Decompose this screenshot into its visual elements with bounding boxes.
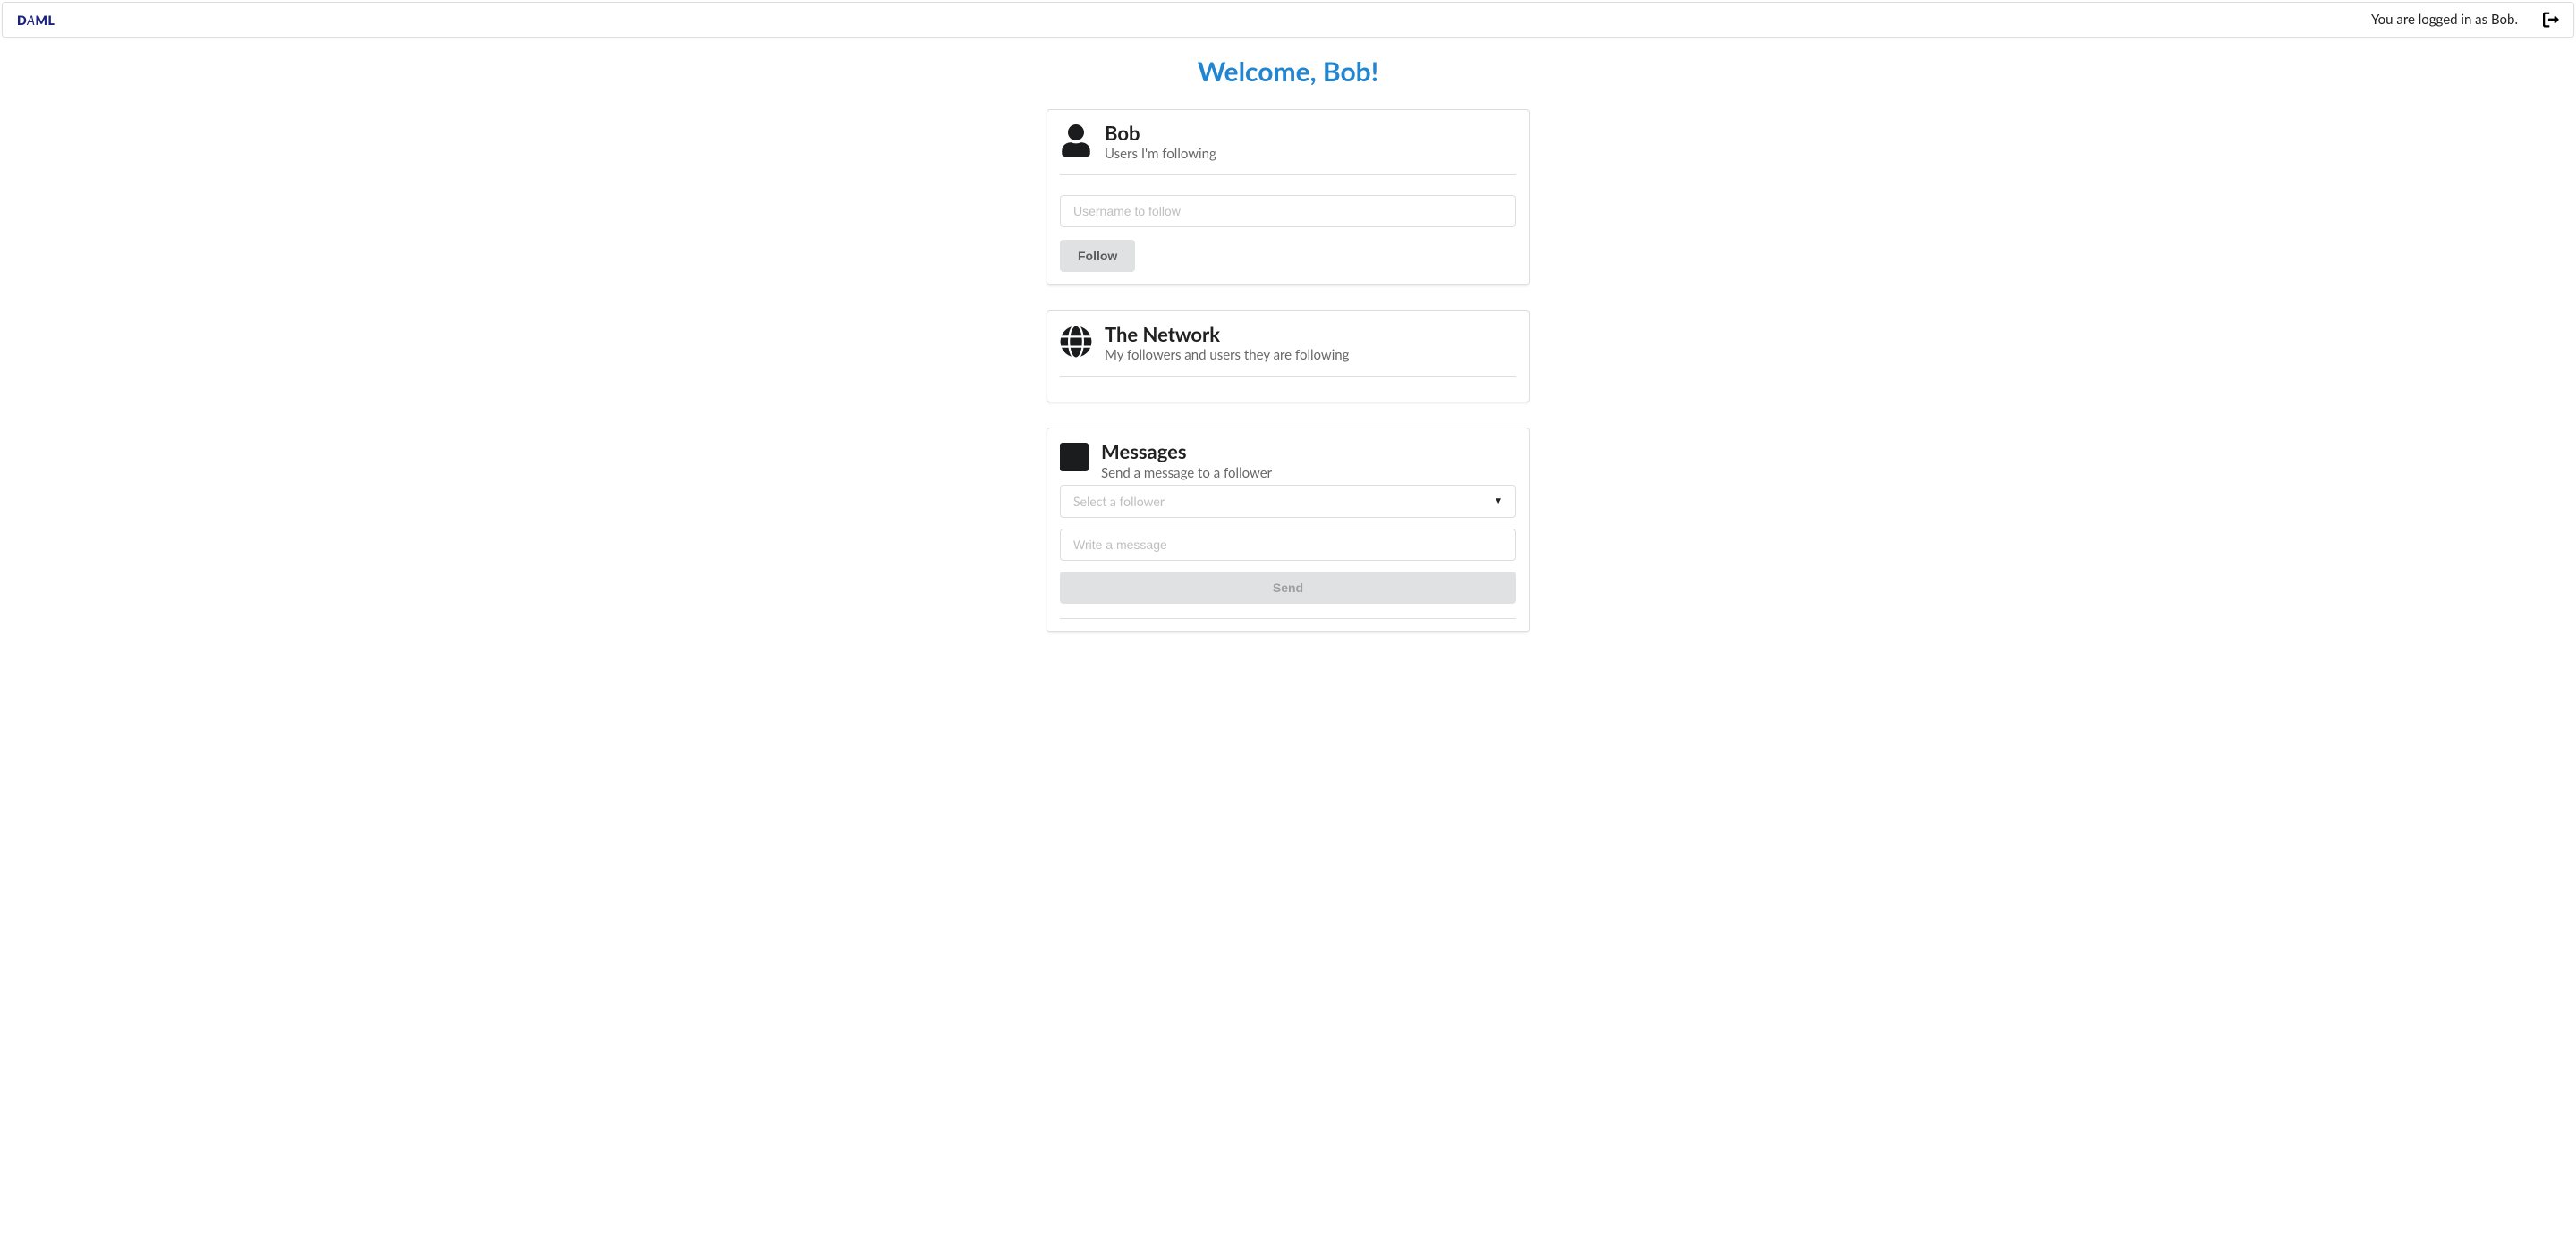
messages-header: Messages Send a message to a follower xyxy=(1060,441,1516,480)
profile-subtitle: Users I'm following xyxy=(1105,146,1216,162)
network-card: The Network My followers and users they … xyxy=(1046,310,1530,402)
follow-username-input[interactable] xyxy=(1060,195,1516,227)
messages-subtitle: Send a message to a follower xyxy=(1101,465,1272,481)
profile-card: Bob Users I'm following Follow xyxy=(1046,109,1530,285)
follower-select[interactable]: Select a follower ▼ xyxy=(1060,485,1516,518)
profile-name: Bob xyxy=(1105,123,1216,144)
divider xyxy=(1060,618,1516,619)
divider xyxy=(1060,174,1516,175)
app-logo: DAML xyxy=(17,13,55,28)
chevron-down-icon: ▼ xyxy=(1494,495,1503,506)
send-button[interactable]: Send xyxy=(1060,572,1516,604)
topbar-right: You are logged in as Bob. xyxy=(2371,12,2559,28)
login-status: You are logged in as Bob. xyxy=(2371,12,2518,28)
messages-title: Messages xyxy=(1101,441,1272,462)
follower-select-placeholder: Select a follower xyxy=(1073,494,1165,509)
user-icon xyxy=(1060,124,1092,159)
profile-header: Bob Users I'm following xyxy=(1060,123,1516,162)
logout-icon[interactable] xyxy=(2543,12,2559,28)
globe-icon xyxy=(1060,326,1092,360)
network-header: The Network My followers and users they … xyxy=(1060,324,1516,363)
welcome-heading: Welcome, Bob! xyxy=(841,55,1735,88)
pencil-square-icon xyxy=(1060,443,1089,471)
follow-button[interactable]: Follow xyxy=(1060,240,1135,272)
network-subtitle: My followers and users they are followin… xyxy=(1105,347,1349,363)
messages-card: Messages Send a message to a follower Se… xyxy=(1046,428,1530,631)
page-content: Welcome, Bob! Bob Users I'm following Fo… xyxy=(841,39,1735,632)
message-input[interactable] xyxy=(1060,529,1516,561)
divider xyxy=(1060,376,1516,377)
logo-text: DAML xyxy=(17,13,55,28)
top-bar: DAML You are logged in as Bob. xyxy=(2,2,2574,38)
network-title: The Network xyxy=(1105,324,1349,345)
